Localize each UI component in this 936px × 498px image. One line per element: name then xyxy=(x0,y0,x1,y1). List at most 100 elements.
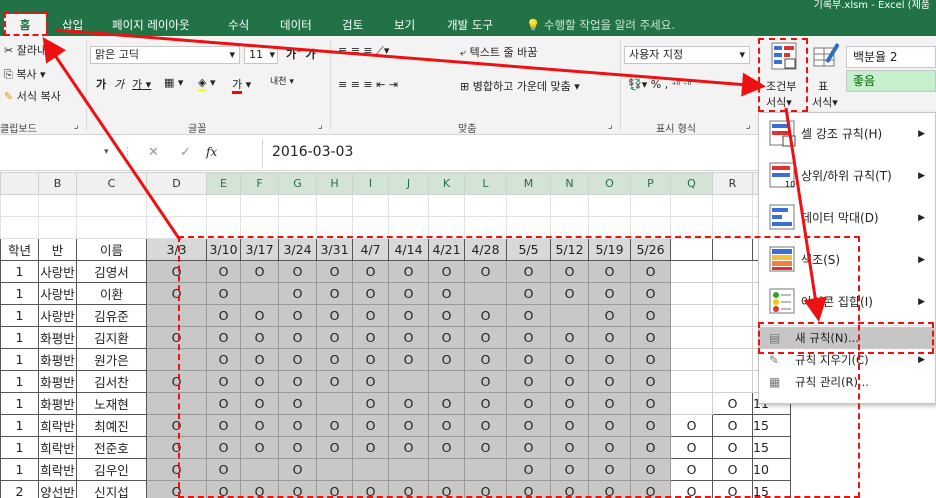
table-cell[interactable]: 1 xyxy=(0,348,39,371)
table-cell[interactable]: O xyxy=(240,436,279,459)
clipboard-launcher-icon[interactable]: ⌟ xyxy=(74,120,79,131)
tab-developer[interactable]: 개발 도구 xyxy=(447,14,503,36)
table-cell[interactable]: O xyxy=(206,436,241,459)
table-cell[interactable]: O xyxy=(428,480,465,498)
table-cell[interactable]: O xyxy=(388,414,429,437)
table-cell[interactable]: O xyxy=(206,480,241,498)
cell[interactable] xyxy=(0,216,39,239)
menu-color-scales[interactable]: 색조(S) ▶ xyxy=(759,239,935,281)
table-cell[interactable]: O xyxy=(550,436,589,459)
align-top-button[interactable]: ≡ ≡ ≡ ⟋▾ xyxy=(338,44,389,58)
table-cell[interactable]: O xyxy=(352,348,389,371)
italic-button[interactable]: 가 xyxy=(114,76,124,92)
table-cell[interactable]: O xyxy=(588,282,631,305)
fill-color-button[interactable]: ◈ ▾ xyxy=(198,76,216,92)
table-cell[interactable]: O xyxy=(278,480,317,498)
table-cell[interactable]: O xyxy=(630,260,671,283)
cell[interactable] xyxy=(464,194,507,217)
wrap-text-button[interactable]: ⤶ 텍스트 줄 바꿈 xyxy=(460,44,537,60)
table-cell[interactable] xyxy=(428,370,465,393)
cell[interactable] xyxy=(506,194,551,217)
table-cell[interactable]: 15 xyxy=(752,414,791,437)
column-header[interactable]: C xyxy=(76,172,147,195)
formula-input[interactable]: 2016-03-03 xyxy=(272,144,353,160)
table-cell[interactable]: 1 xyxy=(0,392,39,415)
table-cell[interactable]: O xyxy=(588,458,631,481)
table-cell[interactable]: O xyxy=(388,436,429,459)
table-cell[interactable]: O xyxy=(428,414,465,437)
table-cell[interactable] xyxy=(670,348,713,371)
grow-font-button[interactable]: 가˄ 가˅ xyxy=(286,46,321,62)
table-cell[interactable] xyxy=(388,458,429,481)
table-cell[interactable]: O xyxy=(464,304,507,327)
table-cell[interactable]: 1 xyxy=(0,414,39,437)
cell[interactable] xyxy=(550,194,589,217)
cell[interactable] xyxy=(506,216,551,239)
table-cell[interactable] xyxy=(240,282,279,305)
table-cell[interactable]: 최예진 xyxy=(76,414,147,437)
column-header[interactable] xyxy=(0,172,39,195)
header-cell[interactable]: 이름 xyxy=(76,238,147,261)
table-cell[interactable]: O xyxy=(278,392,317,415)
format-painter-button[interactable]: ✎ 서식 복사 xyxy=(4,88,61,104)
header-cell[interactable]: 4/14 xyxy=(388,238,429,261)
cell[interactable] xyxy=(670,216,713,239)
table-cell[interactable] xyxy=(670,304,713,327)
table-cell[interactable]: O xyxy=(464,436,507,459)
table-cell[interactable]: 희락반 xyxy=(38,436,77,459)
font-name-select[interactable]: 맑은 고딕 ▾ xyxy=(90,46,240,64)
font-launcher-icon[interactable]: ⌟ xyxy=(318,120,323,131)
cell[interactable] xyxy=(76,216,147,239)
header-cell[interactable]: 3/10 xyxy=(206,238,241,261)
table-cell[interactable]: 화평반 xyxy=(38,392,77,415)
table-cell[interactable]: O xyxy=(464,260,507,283)
table-cell[interactable] xyxy=(464,458,507,481)
table-cell[interactable]: O xyxy=(464,348,507,371)
table-cell[interactable] xyxy=(670,282,713,305)
number-launcher-icon[interactable]: ⌟ xyxy=(746,120,751,131)
table-cell[interactable]: 1 xyxy=(0,304,39,327)
table-cell[interactable]: 김우인 xyxy=(76,458,147,481)
table-cell[interactable] xyxy=(550,304,589,327)
table-cell[interactable]: O xyxy=(630,326,671,349)
cell[interactable] xyxy=(712,194,753,217)
header-cell[interactable] xyxy=(712,238,753,261)
table-cell[interactable]: 화평반 xyxy=(38,370,77,393)
table-cell[interactable]: 전준호 xyxy=(76,436,147,459)
table-cell[interactable]: O xyxy=(464,414,507,437)
phonetic-button[interactable]: 내천 ▾ xyxy=(270,74,294,87)
tab-review[interactable]: 검토 xyxy=(342,14,372,36)
bold-button[interactable]: 가 xyxy=(96,76,106,92)
row-header[interactable]: 학년 xyxy=(0,238,39,261)
column-header[interactable]: G xyxy=(278,172,317,195)
table-cell[interactable] xyxy=(670,392,713,415)
header-cell[interactable]: 4/7 xyxy=(352,238,389,261)
menu-icon-sets[interactable]: 아이콘 집합(I) ▶ xyxy=(759,281,935,323)
table-cell[interactable]: O xyxy=(550,348,589,371)
table-cell[interactable]: 김영서 xyxy=(76,260,147,283)
table-cell[interactable]: O xyxy=(630,370,671,393)
table-cell[interactable]: O xyxy=(352,436,389,459)
table-cell[interactable]: O xyxy=(278,348,317,371)
table-cell[interactable]: 15 xyxy=(752,436,791,459)
table-cell[interactable] xyxy=(240,458,279,481)
table-cell[interactable]: O xyxy=(316,370,353,393)
column-header[interactable]: N xyxy=(550,172,589,195)
table-cell[interactable]: O xyxy=(240,480,279,498)
table-cell[interactable]: O xyxy=(550,458,589,481)
table-cell[interactable]: O xyxy=(428,282,465,305)
table-cell[interactable]: 양선반 xyxy=(38,480,77,498)
menu-top-bottom-rules[interactable]: 10 상위/하위 규칙(T) ▶ xyxy=(759,155,935,197)
table-cell[interactable]: O xyxy=(588,414,631,437)
column-header[interactable]: P xyxy=(630,172,671,195)
table-cell[interactable]: O xyxy=(506,414,551,437)
table-cell[interactable]: O xyxy=(506,436,551,459)
cell[interactable] xyxy=(588,216,631,239)
table-cell[interactable]: O xyxy=(240,326,279,349)
cell[interactable] xyxy=(240,194,279,217)
table-cell[interactable] xyxy=(388,370,429,393)
merge-center-button[interactable]: ⊞ 병합하고 가운데 맞춤 ▾ xyxy=(460,78,580,94)
table-cell[interactable]: O xyxy=(388,282,429,305)
cell[interactable] xyxy=(428,216,465,239)
column-header[interactable]: K xyxy=(428,172,465,195)
